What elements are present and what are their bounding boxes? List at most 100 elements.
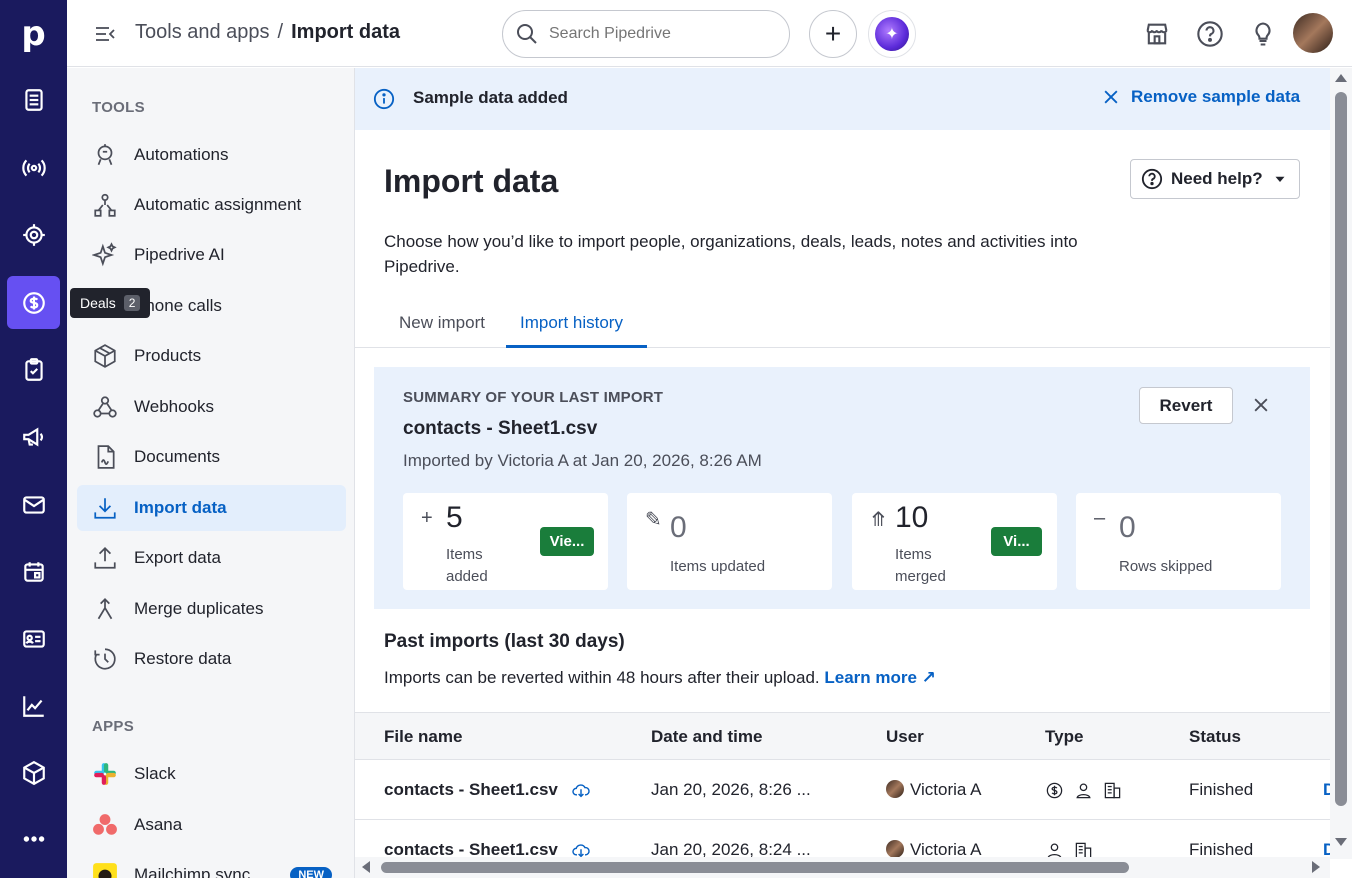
sidebar-item-label: Pipedrive AI [134, 245, 225, 264]
stat-label: Items added [446, 546, 488, 585]
column-header[interactable]: File name [384, 727, 462, 747]
search-box[interactable] [502, 10, 790, 58]
stat-label: Items updated [670, 558, 766, 575]
horizontal-scrollbar[interactable] [355, 857, 1330, 878]
sidebar-item-label: Merge duplicates [134, 599, 264, 618]
sidebar-item-webhooks[interactable]: Webhooks [77, 384, 346, 430]
leads-nav-icon[interactable] [7, 73, 60, 126]
lightbulb-icon[interactable] [1249, 20, 1277, 48]
cloud-download-icon[interactable] [571, 842, 591, 858]
sidebar-item-pipedrive-ai[interactable]: Pipedrive AI [77, 232, 346, 278]
scroll-up-icon[interactable] [1335, 74, 1347, 82]
user-cell: Victoria A [886, 780, 982, 800]
stat-value: 5 [446, 501, 463, 534]
sidebar-item-import-data[interactable]: Import data [77, 485, 346, 531]
pencil-icon: ✎ [645, 509, 662, 531]
row-action-link[interactable]: D [1323, 780, 1330, 800]
sidebar-item-asana[interactable]: Asana [77, 802, 346, 848]
cloud-download-icon[interactable] [571, 782, 591, 798]
sidebar-item-products[interactable]: Products [77, 333, 346, 379]
view-merged-button[interactable]: Vi... [991, 527, 1042, 556]
tab-import-history[interactable]: Import history [520, 313, 623, 333]
upload-icon [94, 547, 116, 569]
type-cell [1045, 781, 1122, 800]
collapse-menu-icon[interactable] [93, 22, 117, 46]
merge-icon [97, 598, 113, 620]
vertical-scroll-thumb[interactable] [1335, 92, 1347, 806]
past-imports-title: Past imports (last 30 days) [384, 631, 625, 652]
remove-sample-label: Remove sample data [1131, 87, 1301, 106]
column-header[interactable]: Status [1189, 727, 1241, 747]
table-row[interactable]: contacts - Sheet1.csv Jan 20, 2026, 8:24… [355, 820, 1330, 859]
learn-more-link[interactable]: Learn more ↗ [824, 668, 936, 687]
insights-nav-icon[interactable] [7, 679, 60, 732]
column-header[interactable]: Type [1045, 727, 1083, 747]
column-header[interactable]: Date and time [651, 727, 762, 747]
tools-section-label: TOOLS [92, 99, 145, 116]
table-row[interactable]: contacts - Sheet1.csv Jan 20, 2026, 8:26… [355, 760, 1330, 820]
stat-items-added: + 5 Items added Vie... [403, 493, 608, 590]
main-content: Sample data added Remove sample data Imp… [355, 68, 1330, 859]
sidebar-item-label: Slack [134, 764, 176, 783]
user-name: Victoria A [910, 780, 982, 799]
sidebar-item-label: Automatic assignment [134, 195, 302, 214]
minus-icon: – [1094, 507, 1106, 529]
stat-label: Rows skipped [1119, 558, 1213, 575]
marketplace-icon[interactable] [1143, 20, 1171, 48]
user-avatar[interactable] [1293, 13, 1333, 53]
stat-rows-skipped: – 0 Rows skipped [1076, 493, 1281, 590]
merge-icon: ⤊ [870, 509, 887, 531]
sidebar-item-label: Products [134, 346, 202, 365]
calendar-nav-icon[interactable] [7, 545, 60, 598]
breadcrumb-parent[interactable]: Tools and apps [135, 21, 270, 44]
main-nav-rail: p [0, 0, 67, 878]
ai-assistant-button[interactable]: ✦ [868, 10, 916, 58]
sidebar-item-label: Asana [134, 815, 183, 834]
scroll-right-icon[interactable] [1312, 861, 1320, 873]
tooltip-count-badge: 2 [123, 295, 141, 311]
sidebar-item-mailchimp-sync[interactable]: Mailchimp sync NEW [77, 852, 346, 878]
sidebar-item-restore-data[interactable]: Restore data [77, 636, 346, 682]
download-icon [94, 498, 116, 519]
mailchimp-logo-icon [92, 862, 118, 878]
activities-nav-icon[interactable] [7, 343, 60, 396]
webhook-icon [93, 396, 117, 418]
deals-nav-icon[interactable] [7, 276, 60, 329]
horizontal-scroll-thumb[interactable] [381, 862, 1129, 873]
sidebar-item-automations[interactable]: Automations [77, 132, 346, 178]
pipedrive-logo[interactable]: p [0, 0, 67, 67]
revert-button[interactable]: Revert [1139, 387, 1233, 424]
sidebar-item-slack[interactable]: Slack [77, 751, 346, 797]
slack-logo-icon [92, 761, 118, 787]
last-import-summary: SUMMARY OF YOUR LAST IMPORT contacts - S… [374, 367, 1310, 609]
mail-nav-icon[interactable] [7, 478, 60, 531]
file-name[interactable]: contacts - Sheet1.csv [384, 780, 558, 799]
tab-new-import[interactable]: New import [399, 313, 485, 333]
quick-add-button[interactable]: + [809, 10, 857, 58]
contacts-nav-icon[interactable] [7, 612, 60, 665]
vertical-scrollbar[interactable] [1330, 68, 1352, 859]
close-icon[interactable] [1251, 395, 1271, 415]
search-input[interactable] [549, 25, 769, 43]
scroll-down-icon[interactable] [1335, 838, 1347, 846]
more-nav-icon[interactable] [7, 812, 60, 865]
need-help-button[interactable]: Need help? [1130, 159, 1300, 199]
products-nav-icon[interactable] [7, 746, 60, 799]
sparkle-icon [92, 242, 117, 267]
campaigns-nav-icon[interactable] [7, 410, 60, 463]
scroll-left-icon[interactable] [362, 861, 370, 873]
sidebar-item-export-data[interactable]: Export data [77, 535, 346, 581]
view-added-button[interactable]: Vie... [540, 527, 594, 556]
new-badge: NEW [290, 867, 332, 878]
date-cell: Jan 20, 2026, 8:26 ... [651, 780, 811, 799]
help-icon[interactable] [1196, 20, 1224, 48]
sidebar-item-merge-duplicates[interactable]: Merge duplicates [77, 586, 346, 632]
column-header[interactable]: User [886, 727, 924, 747]
target-nav-icon[interactable] [7, 208, 60, 261]
broadcast-nav-icon[interactable] [7, 141, 60, 194]
sidebar-item-automatic-assignment[interactable]: Automatic assignment [77, 182, 346, 228]
import-tabs: New import Import history [355, 300, 1330, 348]
remove-sample-data-button[interactable]: Remove sample data [1101, 87, 1300, 107]
sidebar-item-documents[interactable]: Documents [77, 434, 346, 480]
chevron-down-icon [1275, 176, 1285, 182]
